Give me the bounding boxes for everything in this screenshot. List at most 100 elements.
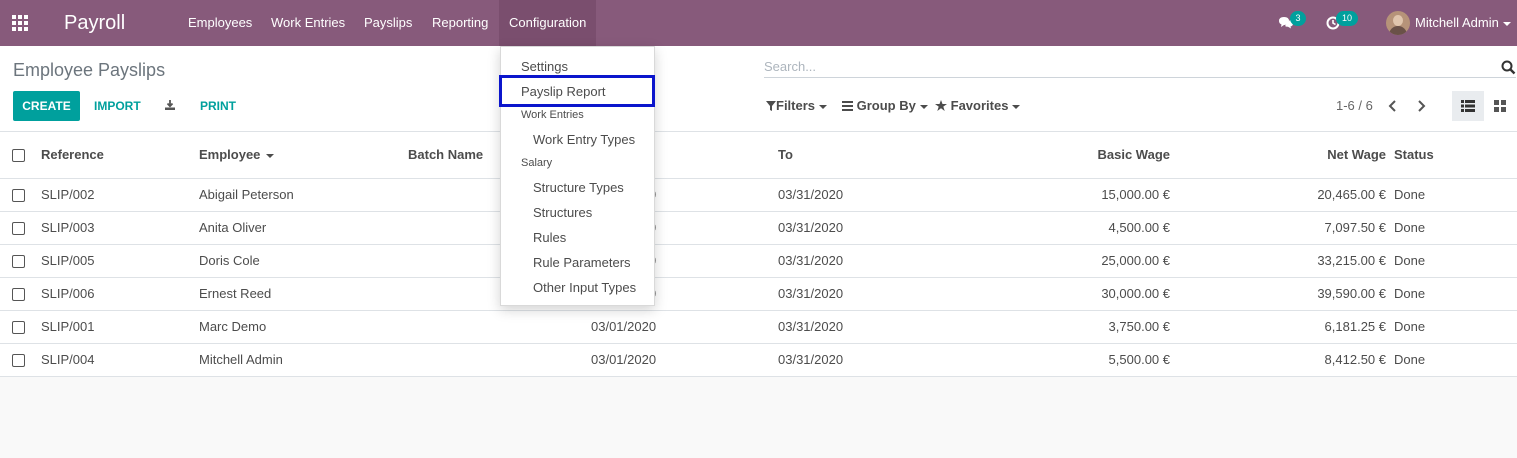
menu-item-structure-types[interactable]: Structure Types	[501, 175, 654, 200]
cell-to: 03/31/2020	[778, 211, 1048, 245]
favorites-label: Favorites	[950, 98, 1009, 113]
cell-from: 03/01/2020	[591, 343, 778, 377]
cell-status: Done	[1392, 178, 1517, 212]
cell-reference: SLIP/006	[41, 277, 199, 311]
import-button[interactable]: IMPORT	[94, 91, 141, 121]
cell-net-wage: 8,412.50 €	[1175, 343, 1392, 377]
cell-employee: Mitchell Admin	[199, 343, 408, 377]
cell-to: 03/31/2020	[778, 277, 1048, 311]
chevron-right-icon[interactable]	[1413, 91, 1429, 121]
menu-configuration[interactable]: Configuration	[499, 0, 597, 46]
page-title: Employee Payslips	[13, 60, 166, 80]
column-status[interactable]: Status	[1392, 132, 1517, 179]
cell-to: 03/31/2020	[778, 310, 1048, 344]
activities-button[interactable]: 10	[1323, 0, 1363, 46]
create-button[interactable]: CREATE	[13, 91, 80, 121]
messages-button[interactable]: 3	[1276, 0, 1306, 46]
cell-employee: Ernest Reed	[199, 277, 408, 311]
row-checkbox[interactable]	[0, 310, 41, 344]
menu-item-structures[interactable]: Structures	[501, 200, 654, 225]
kanban-view-button[interactable]	[1484, 91, 1516, 121]
print-button[interactable]: PRINT	[200, 91, 236, 121]
row-checkbox[interactable]	[0, 343, 41, 377]
cell-reference: SLIP/004	[41, 343, 199, 377]
row-checkbox[interactable]	[0, 178, 41, 212]
menu-header-salary: Salary	[521, 157, 553, 169]
search-input[interactable]: Search...	[764, 56, 1516, 78]
favorites-button[interactable]: Favorites	[935, 91, 1021, 121]
menu-employees[interactable]: Employees	[178, 0, 262, 46]
cell-net-wage: 6,181.25 €	[1175, 310, 1392, 344]
list-icon	[842, 101, 853, 111]
column-reference[interactable]: Reference	[41, 132, 199, 179]
cell-reference: SLIP/005	[41, 244, 199, 278]
kanban-view-icon	[1494, 100, 1506, 112]
star-icon	[935, 100, 947, 111]
cell-net-wage: 39,590.00 €	[1175, 277, 1392, 311]
apps-grid-icon[interactable]	[12, 15, 30, 31]
table-row[interactable]: SLIP/001 Marc Demo 03/01/2020 03/31/2020…	[0, 310, 1517, 344]
row-checkbox[interactable]	[0, 211, 41, 245]
app-title[interactable]: Payroll	[64, 11, 125, 35]
download-icon[interactable]	[164, 99, 176, 111]
column-employee-label: Employee	[199, 147, 261, 163]
cell-batch	[408, 343, 591, 377]
avatar[interactable]	[1386, 11, 1410, 35]
chevron-left-icon[interactable]	[1385, 91, 1401, 121]
search-icon[interactable]	[1501, 60, 1516, 75]
menu-item-other-input-types[interactable]: Other Input Types	[501, 275, 654, 300]
user-menu[interactable]: Mitchell Admin	[1415, 0, 1511, 46]
cell-to: 03/31/2020	[778, 343, 1048, 377]
chevron-down-icon	[819, 104, 828, 109]
cell-from: 03/01/2020	[591, 310, 778, 344]
menu-item-rules[interactable]: Rules	[501, 225, 654, 250]
cell-basic-wage: 5,500.00 €	[1048, 343, 1175, 377]
table-row[interactable]: SLIP/005 Doris Cole 03/01/2020 03/31/202…	[0, 244, 1517, 278]
cell-to: 03/31/2020	[778, 178, 1048, 212]
column-to[interactable]: To	[778, 132, 1048, 179]
chevron-down-icon	[919, 104, 928, 109]
user-name: Mitchell Admin	[1415, 15, 1499, 30]
cell-basic-wage: 30,000.00 €	[1048, 277, 1175, 311]
cell-basic-wage: 4,500.00 €	[1048, 211, 1175, 245]
select-all-checkbox[interactable]	[0, 132, 41, 179]
cell-status: Done	[1392, 211, 1517, 245]
messages-badge: 3	[1290, 11, 1306, 26]
table-row[interactable]: SLIP/003 Anita Oliver 03/01/2020 03/31/2…	[0, 211, 1517, 245]
column-employee[interactable]: Employee	[199, 132, 408, 179]
list-view-button[interactable]	[1452, 91, 1484, 121]
column-net-wage[interactable]: Net Wage	[1175, 132, 1392, 179]
cell-employee: Anita Oliver	[199, 211, 408, 245]
cell-basic-wage: 15,000.00 €	[1048, 178, 1175, 212]
table-row[interactable]: SLIP/002 Abigail Peterson 03/01/2020 03/…	[0, 178, 1517, 212]
cell-net-wage: 20,465.00 €	[1175, 178, 1392, 212]
cell-status: Done	[1392, 277, 1517, 311]
cell-reference: SLIP/002	[41, 178, 199, 212]
search-placeholder: Search...	[764, 59, 817, 74]
menu-payslips[interactable]: Payslips	[354, 0, 422, 46]
filters-label: Filters	[776, 98, 816, 113]
row-checkbox[interactable]	[0, 244, 41, 278]
chevron-down-icon	[1012, 104, 1021, 109]
cell-employee: Marc Demo	[199, 310, 408, 344]
cell-reference: SLIP/001	[41, 310, 199, 344]
table-header-row: Reference Employee Batch Name From To Ba…	[0, 132, 1517, 179]
cell-status: Done	[1392, 343, 1517, 377]
activities-badge: 10	[1336, 11, 1358, 26]
menu-work-entries[interactable]: Work Entries	[261, 0, 355, 46]
control-panel: Employee Payslips CREATE IMPORT PRINT Se…	[0, 46, 1517, 132]
configuration-dropdown: Settings Payslip Report Work Entries Wor…	[499, 46, 655, 306]
filters-button[interactable]: Filters	[766, 91, 828, 121]
top-navbar: Payroll Employees Work Entries Payslips …	[0, 0, 1517, 46]
menu-reporting[interactable]: Reporting	[422, 0, 498, 46]
table-row[interactable]: SLIP/006 Ernest Reed 03/01/2020 03/31/20…	[0, 277, 1517, 311]
group-by-button[interactable]: Group By	[842, 91, 928, 121]
menu-item-work-entry-types[interactable]: Work Entry Types	[501, 127, 654, 152]
sort-desc-icon	[266, 153, 275, 158]
table-row[interactable]: SLIP/004 Mitchell Admin 03/01/2020 03/31…	[0, 343, 1517, 377]
menu-item-rule-parameters[interactable]: Rule Parameters	[501, 250, 654, 275]
column-basic-wage[interactable]: Basic Wage	[1048, 132, 1175, 179]
row-checkbox[interactable]	[0, 277, 41, 311]
cell-net-wage: 7,097.50 €	[1175, 211, 1392, 245]
pager-value[interactable]: 1-6 / 6	[1336, 91, 1373, 121]
